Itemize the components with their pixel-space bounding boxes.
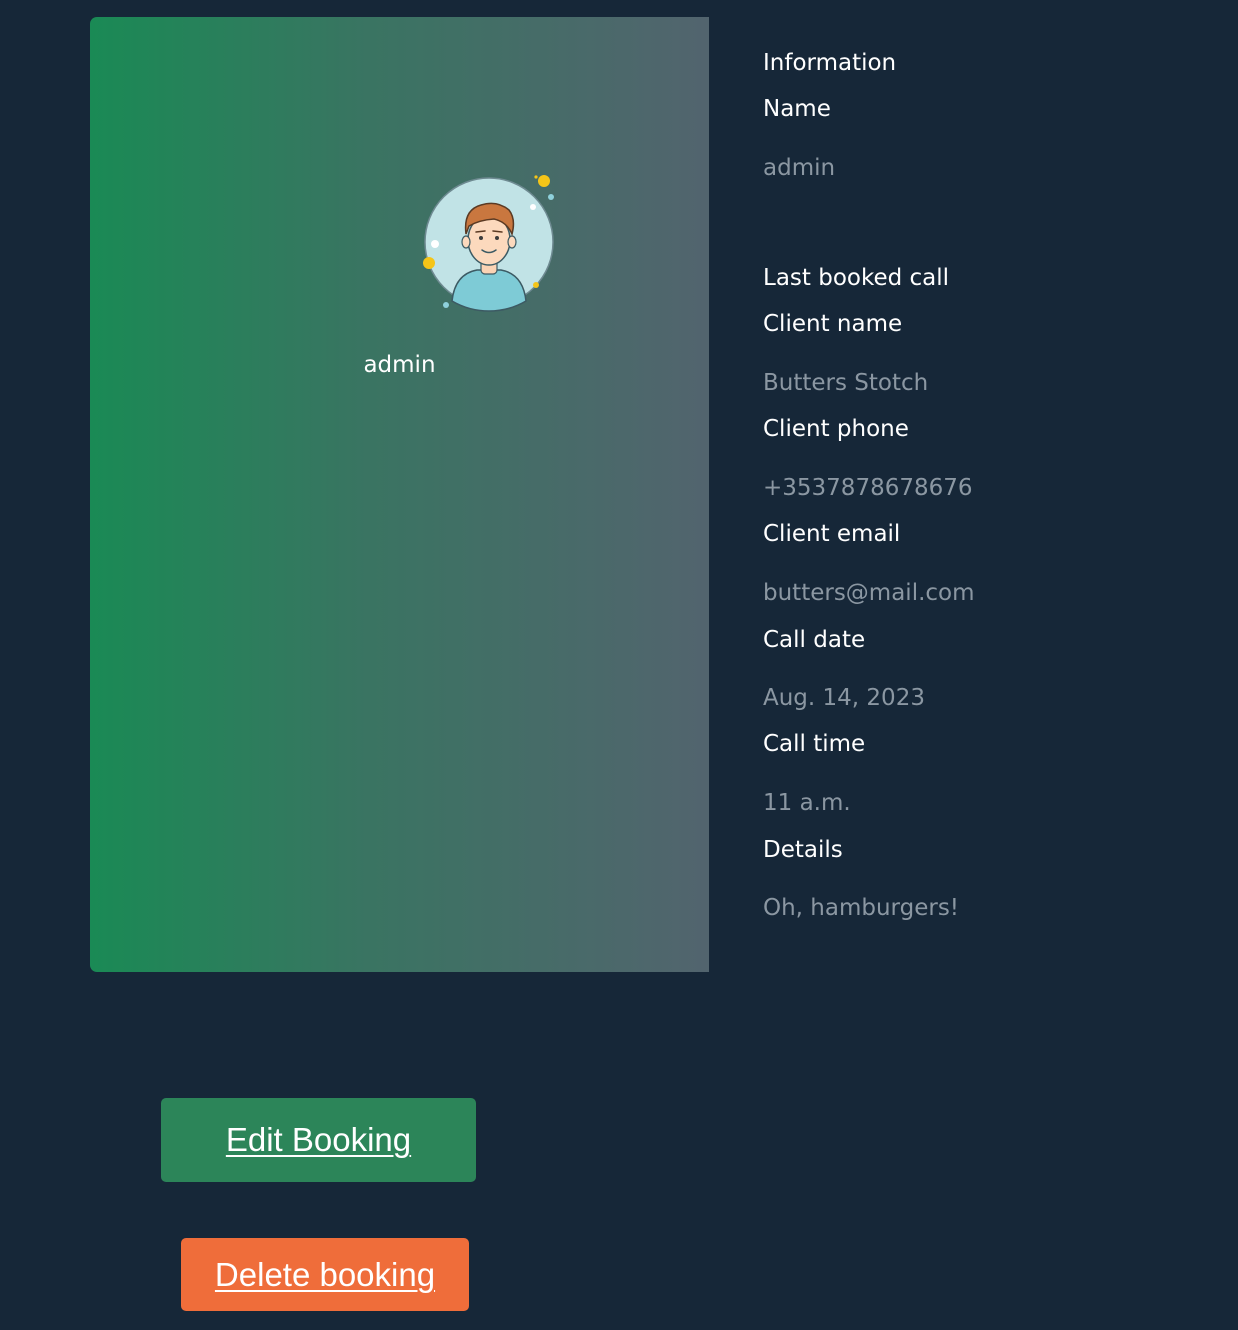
client-name-label: Client name bbox=[763, 311, 903, 337]
name-label: Name bbox=[763, 96, 831, 122]
client-phone-value: +3537878678676 bbox=[763, 475, 973, 501]
call-time-value: 11 a.m. bbox=[763, 790, 851, 816]
delete-booking-button[interactable]: Delete booking bbox=[181, 1238, 469, 1311]
profile-card: admin bbox=[90, 17, 709, 972]
call-date-value: Aug. 14, 2023 bbox=[763, 685, 925, 711]
client-email-value: butters@mail.com bbox=[763, 580, 975, 606]
user-avatar-icon bbox=[419, 172, 559, 312]
name-value: admin bbox=[763, 155, 836, 181]
profile-username: admin bbox=[363, 352, 436, 378]
call-time-label: Call time bbox=[763, 731, 866, 757]
call-date-label: Call date bbox=[763, 627, 866, 653]
last-booked-call-heading: Last booked call bbox=[763, 265, 950, 291]
details-value: Oh, hamburgers! bbox=[763, 895, 960, 921]
details-label: Details bbox=[763, 837, 843, 863]
client-email-label: Client email bbox=[763, 521, 901, 547]
edit-booking-button[interactable]: Edit Booking bbox=[161, 1098, 476, 1182]
client-phone-label: Client phone bbox=[763, 416, 909, 442]
client-name-value: Butters Stotch bbox=[763, 370, 929, 396]
information-heading: Information bbox=[763, 50, 897, 76]
